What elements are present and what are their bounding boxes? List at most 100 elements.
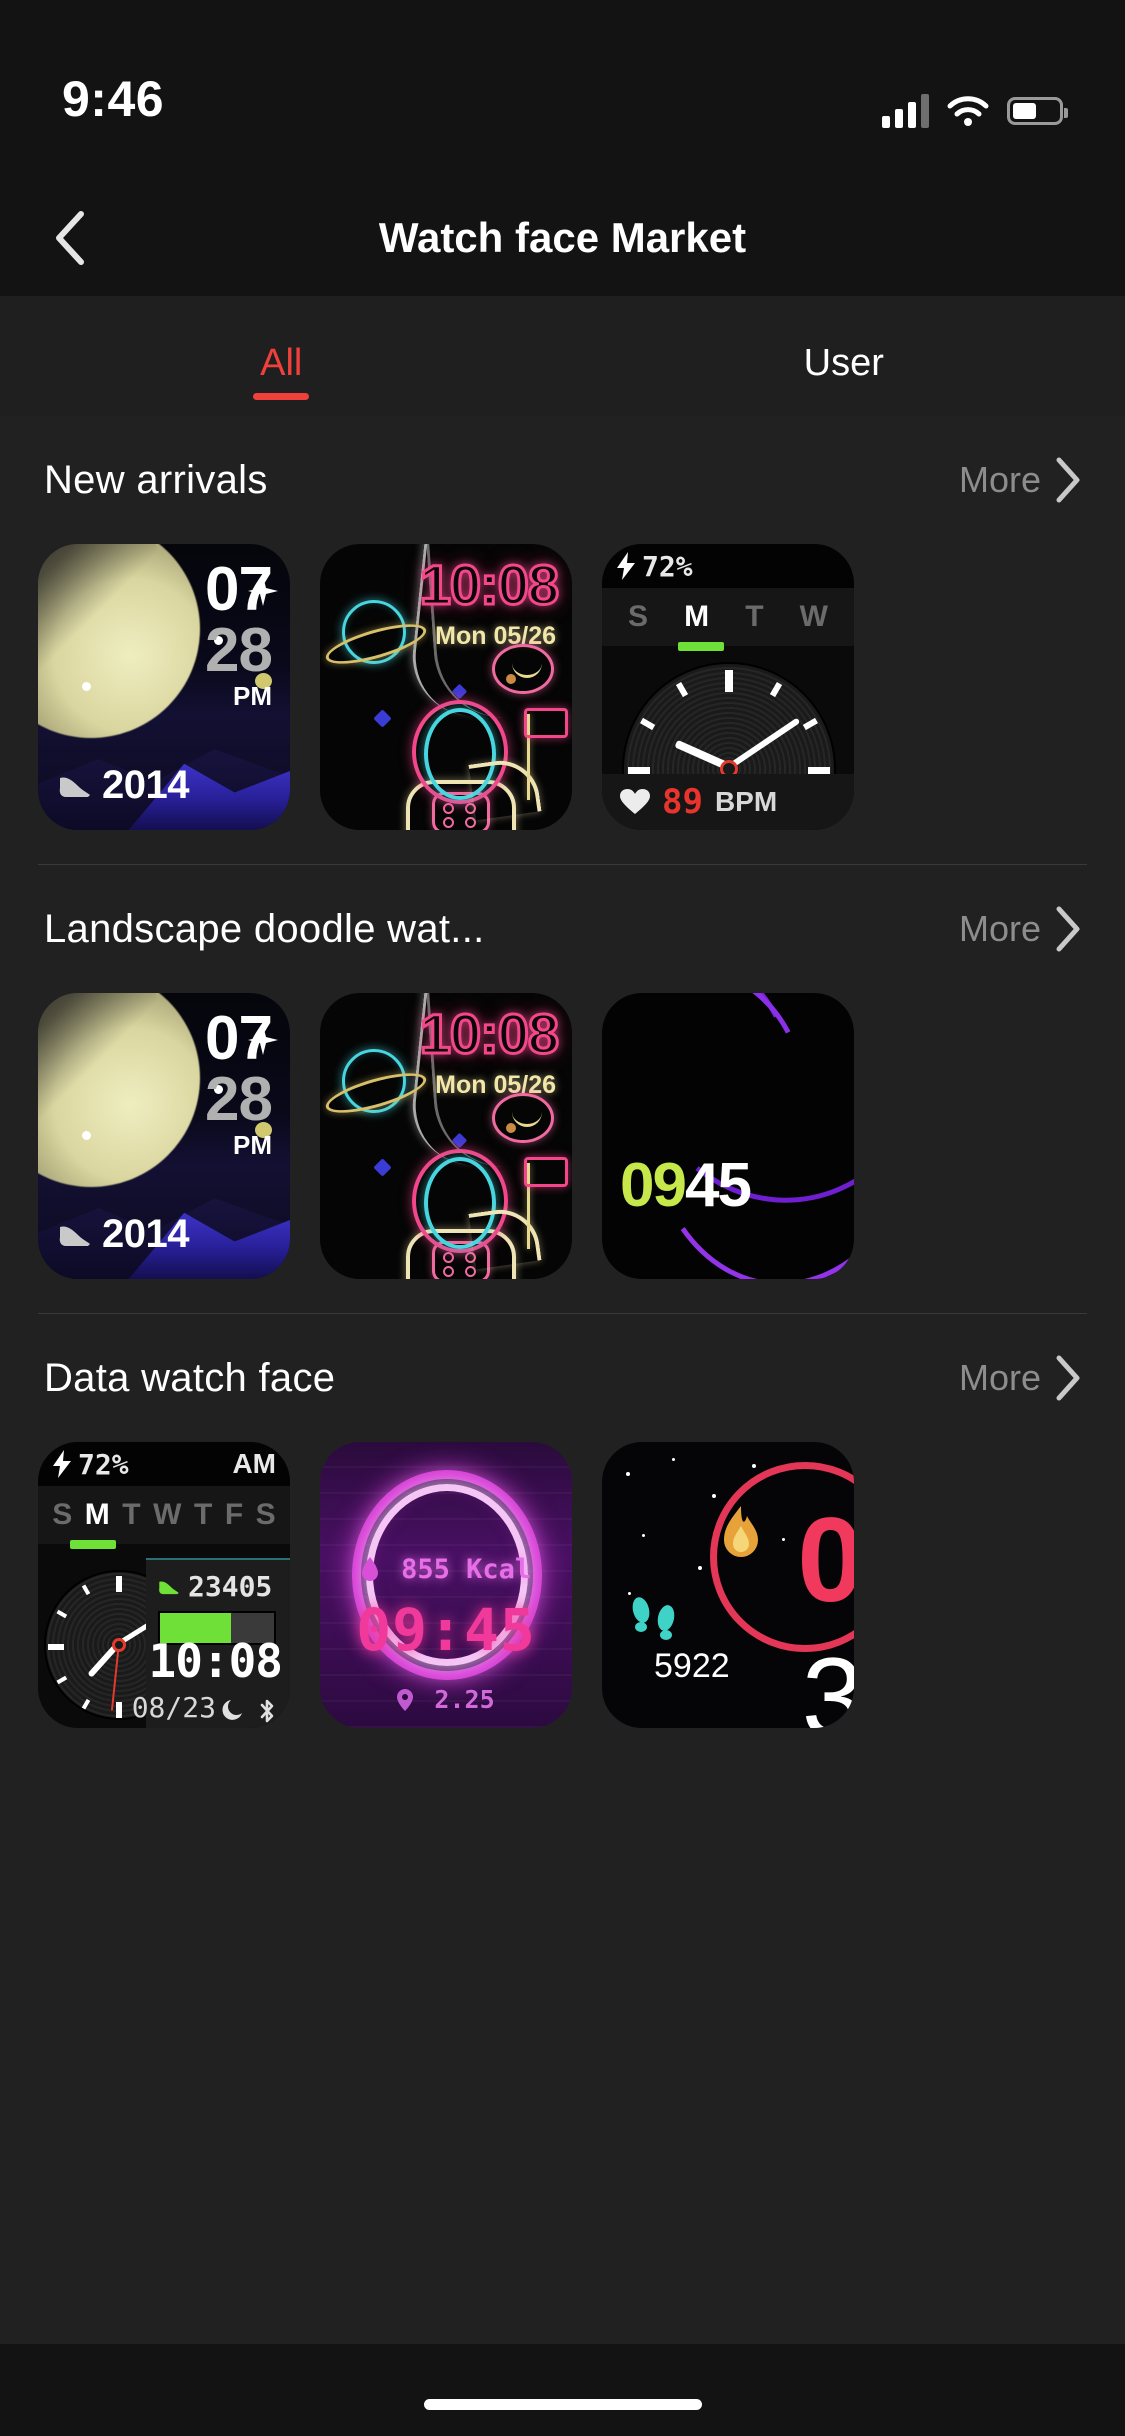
watch-face-card-astronaut[interactable]: 10:08 Mon 05/26: [320, 993, 572, 1279]
watch-face-time: 09:45: [356, 1596, 536, 1664]
section-header-data-watch-face: Data watch face More: [0, 1314, 1125, 1442]
chevron-right-icon: [1056, 1355, 1080, 1401]
section-header-new-arrivals: New arrivals More: [0, 416, 1125, 544]
watch-face-card-moon[interactable]: 07 28 PM 2014: [38, 544, 290, 830]
watch-face-battery: 72%: [616, 550, 693, 583]
astronaut-arm: [468, 755, 542, 821]
tab-user[interactable]: User: [563, 296, 1125, 416]
watch-face-time: 10:08: [148, 1634, 283, 1688]
chevron-left-icon: [56, 211, 84, 265]
watch-face-card-data-full[interactable]: 72% AM S M T W T F S 23405 10:08 08/23: [38, 1442, 290, 1728]
watch-face-minute: 28: [205, 615, 273, 685]
watch-face-time: 10:08: [418, 1001, 560, 1067]
card-row-landscape-doodle[interactable]: 07 28 PM 2014 10:08 Mon 05/26 0945: [0, 993, 1125, 1279]
watch-face-battery-value: 72%: [642, 549, 693, 583]
section-header-landscape-doodle: Landscape doodle wat... More: [0, 865, 1125, 993]
watch-face-date: 08/23: [131, 1691, 216, 1724]
cellular-signal-icon: [882, 94, 929, 128]
confetti: [506, 674, 516, 684]
watch-face-time: 07 28 PM: [205, 555, 273, 711]
drop-icon: [361, 1557, 378, 1581]
more-button-new-arrivals[interactable]: More: [959, 457, 1081, 503]
watch-face-steps-value: 2014: [102, 1212, 189, 1256]
watch-face-time: 0945: [620, 1150, 752, 1221]
watch-face-steps: 2014: [58, 1212, 189, 1257]
watch-face-day-row: S M T W: [602, 588, 854, 646]
day-t1: T: [122, 1498, 141, 1531]
footsteps-icon: [632, 1597, 675, 1640]
content-scroll-area[interactable]: New arrivals More 07 28 PM 2014 10:08 Mo…: [0, 416, 1125, 2436]
watch-face-card-starfield[interactable]: 0 5922 3: [602, 1442, 854, 1728]
confetti: [506, 1123, 516, 1133]
day-t1: T: [745, 600, 764, 633]
location-pin-icon: [397, 1689, 414, 1711]
watch-face-hour: 07: [205, 555, 273, 624]
chevron-right-icon: [1056, 906, 1080, 952]
watch-face-data-panel: 23405 10:08 08/23: [132, 1558, 290, 1728]
day-s2: S: [255, 1498, 276, 1531]
watch-face-time: 10:08: [418, 552, 560, 618]
bluetooth-icon: [260, 1699, 274, 1723]
active-day-marker: [678, 642, 724, 651]
watch-face-card-data-analog[interactable]: 72% S M T W 89 BPM: [602, 544, 854, 830]
phone-screen: 9:46 Watch face Market All User New arri…: [0, 0, 1125, 2436]
bolt-icon: [617, 552, 635, 580]
watch-face-steps-value: 2014: [102, 763, 189, 807]
wifi-icon: [947, 96, 989, 126]
tab-bar: All User: [0, 296, 1125, 416]
watch-face-topbar: 72%: [602, 544, 854, 588]
watch-face-calories: 855 Kcal: [320, 1554, 572, 1585]
calories-value: 855 Kcal: [401, 1554, 532, 1585]
tab-user-label: User: [803, 341, 884, 384]
bolt-icon: [53, 1450, 71, 1478]
flag-icon: [524, 708, 568, 738]
watch-face-card-moon[interactable]: 07 28 PM 2014: [38, 993, 290, 1279]
confetti: [373, 709, 392, 728]
home-indicator-bar: [0, 2344, 1125, 2436]
more-button-landscape-doodle[interactable]: More: [959, 906, 1081, 952]
watch-face-card-astronaut[interactable]: 10:08 Mon 05/26: [320, 544, 572, 830]
watch-face-card-arc[interactable]: 0945: [602, 993, 854, 1279]
shoe-icon: [59, 776, 90, 797]
watch-face-ampm: PM: [233, 680, 272, 711]
day-s1: S: [628, 600, 649, 633]
watch-face-heart-rate: 89 BPM: [602, 774, 854, 830]
arc-line: [629, 993, 854, 1279]
dial-pivot: [112, 1638, 126, 1652]
distance-value: 2.25: [434, 1685, 495, 1714]
more-label: More: [958, 908, 1041, 949]
section-title: New arrivals: [44, 457, 268, 502]
moon-crater: [82, 682, 91, 691]
home-indicator[interactable]: [423, 2399, 702, 2410]
watch-face-battery: 72%: [52, 1448, 129, 1481]
day-w: W: [153, 1498, 182, 1531]
moon-crater: [82, 1131, 91, 1140]
confetti: [373, 1158, 392, 1177]
more-label: More: [958, 1357, 1041, 1398]
tab-all[interactable]: All: [0, 296, 563, 416]
day-s1: S: [52, 1498, 73, 1531]
watch-face-time: 07 28 PM: [205, 1008, 273, 1158]
card-row-data-watch-face[interactable]: 72% AM S M T W T F S 23405 10:08 08/23 8…: [0, 1442, 1125, 1728]
more-button-data-watch-face[interactable]: More: [959, 1355, 1081, 1401]
watch-face-calories-value: 0: [797, 1493, 854, 1627]
section-title: Data watch face: [44, 1355, 336, 1400]
active-day-marker: [70, 1540, 116, 1549]
minute-hand: [727, 717, 801, 770]
watch-face-minute: 28: [205, 1064, 273, 1134]
shoe-icon: [59, 1225, 90, 1246]
day-w: W: [799, 600, 828, 633]
flag-icon: [524, 1157, 568, 1187]
shoe-icon: [159, 1580, 179, 1594]
day-f: F: [224, 1498, 244, 1531]
card-row-new-arrivals[interactable]: 07 28 PM 2014 10:08 Mon 05/26 72% S M T …: [0, 544, 1125, 830]
day-m: M: [84, 1498, 110, 1531]
back-button[interactable]: [30, 198, 110, 278]
watch-face-card-neon-ring[interactable]: 855 Kcal 09:45 2.25: [320, 1442, 572, 1728]
bpm-value: 89: [662, 782, 703, 822]
more-label: More: [958, 459, 1041, 500]
watch-face-minute: 45: [684, 1151, 752, 1220]
heart-icon: [620, 789, 650, 814]
status-bar-icons: [882, 94, 1068, 128]
watch-face-steps-value: 5922: [654, 1647, 730, 1685]
